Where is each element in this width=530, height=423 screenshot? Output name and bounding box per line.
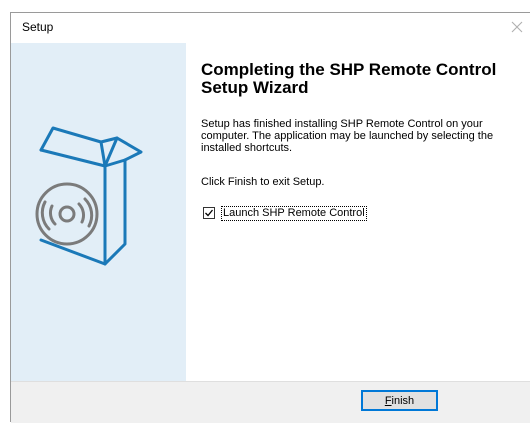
launch-option[interactable]: Launch SHP Remote Control bbox=[203, 205, 367, 221]
finish-label: inish bbox=[391, 394, 415, 407]
page-title: Completing the SHP Remote Control Setup … bbox=[201, 60, 497, 97]
close-icon[interactable] bbox=[508, 18, 526, 36]
launch-checkbox[interactable] bbox=[203, 207, 215, 219]
finish-button[interactable]: Finish bbox=[361, 390, 438, 411]
title-bar: Setup bbox=[11, 13, 530, 43]
launch-label[interactable]: Launch SHP Remote Control bbox=[221, 205, 367, 221]
checkmark-icon bbox=[205, 209, 214, 217]
wizard-sidebar bbox=[11, 43, 186, 381]
completion-description: Setup has finished installing SHP Remote… bbox=[201, 118, 494, 154]
wizard-content: Completing the SHP Remote Control Setup … bbox=[186, 43, 530, 381]
setup-window: Setup Completing the SHP Remote Control … bbox=[10, 12, 530, 423]
finish-hint: Click Finish to exit Setup. bbox=[201, 176, 325, 188]
window-title: Setup bbox=[22, 20, 54, 34]
button-bar: Finish bbox=[11, 381, 530, 423]
finish-accelerator: F bbox=[384, 394, 392, 407]
software-box-cd-icon bbox=[35, 126, 143, 266]
